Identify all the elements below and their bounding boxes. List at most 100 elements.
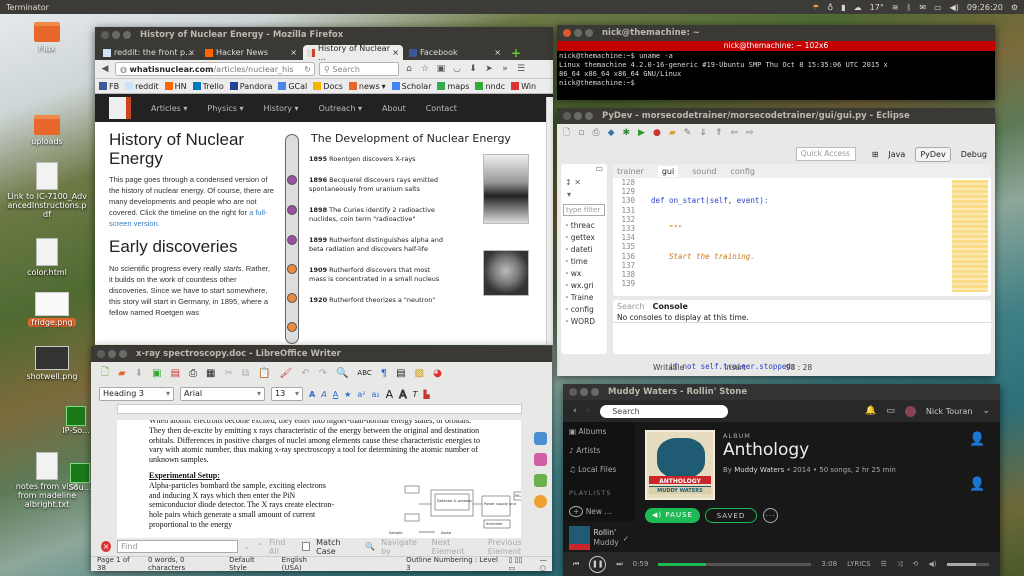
wifi-icon[interactable]: ≋	[892, 3, 899, 12]
tab-reddit[interactable]: reddit: the front p... ×	[99, 45, 199, 60]
outline-item[interactable]: ⁃ config	[561, 304, 607, 316]
timeline-event[interactable]: 1895 Roentgen discovers X-rays	[309, 155, 449, 164]
nav-contact[interactable]: Contact	[426, 104, 457, 113]
insert-table-icon[interactable]: ▤	[396, 368, 405, 379]
album-cover[interactable]: ANTHOLOGY MUDDY WATERS	[645, 430, 715, 500]
new-document-icon[interactable]: 🗋	[101, 365, 109, 382]
grow-font-icon[interactable]: A	[386, 388, 394, 401]
view-layout-icons[interactable]: ▯ ▯▯ ▭	[508, 556, 529, 571]
pen-icon[interactable]: ✎	[684, 128, 692, 138]
timeline-event[interactable]: 1909 Rutherford discovers that most mass…	[309, 266, 449, 284]
bookmark-gcal[interactable]: GCal	[278, 82, 307, 91]
copy-icon[interactable]: ⧉	[242, 368, 249, 379]
clipboard-icon[interactable]: ▣	[435, 64, 447, 74]
desktop-icon-fridge-png[interactable]: fridge.png	[12, 292, 92, 327]
debug-bug-icon[interactable]: ✱	[622, 128, 630, 138]
match-case-checkbox[interactable]	[301, 542, 311, 551]
outline-item[interactable]: ⁃ Traine	[561, 292, 607, 304]
inbox-icon[interactable]: ▭	[886, 406, 895, 416]
temperature[interactable]: 17°	[870, 3, 884, 12]
spelling-icon[interactable]: ABC	[357, 369, 371, 377]
bookmark-trello[interactable]: Trello	[192, 82, 224, 91]
add-friend-icon[interactable]: 👤	[969, 477, 991, 495]
language[interactable]: English (USA)	[282, 556, 327, 571]
bookmark-hn[interactable]: HN	[164, 82, 187, 91]
tab-hacker-news[interactable]: Hacker News ×	[201, 45, 301, 60]
paste-icon[interactable]: 📋	[258, 368, 270, 379]
close-icon[interactable]	[563, 29, 571, 37]
insert-chart-icon[interactable]: ◕	[433, 368, 442, 379]
bookmark-scholar[interactable]: Scholar	[391, 82, 431, 91]
close-icon[interactable]	[97, 350, 105, 358]
desktop-icon-color-html[interactable]: color.html	[7, 238, 87, 277]
editor-tab-config[interactable]: config	[731, 167, 755, 176]
bold-icon[interactable]: A	[309, 390, 315, 399]
maximize-icon[interactable]	[123, 31, 131, 39]
volume-slider[interactable]	[946, 562, 989, 566]
volume-icon[interactable]: ◀)	[928, 560, 936, 568]
new-tab-plus-icon[interactable]: +	[511, 46, 521, 60]
clone-formatting-icon[interactable]: 🖌	[279, 368, 292, 379]
overflow-chevron-icon[interactable]: »	[499, 64, 511, 74]
desktop-icon-uploads[interactable]: uploads	[7, 115, 87, 146]
next-element-button[interactable]: Next Element	[432, 538, 482, 556]
user-avatar[interactable]	[904, 405, 916, 417]
gallery-icon[interactable]	[533, 474, 547, 487]
desktop-icon-ip-sound[interactable]: IP-So...	[58, 406, 94, 435]
close-find-icon[interactable]: ×	[101, 541, 112, 552]
editor-tab-trainer[interactable]: trainer	[617, 167, 644, 176]
clear-formatting-icon[interactable]: T	[413, 390, 418, 399]
outline-tools[interactable]: ↕ ✕	[561, 178, 607, 190]
find-next-icon[interactable]: ⌄	[244, 542, 251, 551]
open-folder-icon[interactable]: ▰	[669, 128, 676, 138]
timeline-dot[interactable]	[287, 322, 297, 332]
close-tab-icon[interactable]: ×	[494, 48, 501, 57]
nav-physics[interactable]: Physics ▾	[207, 104, 243, 113]
maximize-icon[interactable]	[591, 388, 599, 396]
superscript-icon[interactable]: a²	[357, 390, 365, 399]
tab-nuclear-history[interactable]: History of Nuclear ... ×	[303, 44, 403, 62]
bookmark-maps[interactable]: maps	[437, 82, 469, 91]
save-icon[interactable]: ▫	[578, 128, 584, 138]
maximize-icon[interactable]	[119, 350, 127, 358]
redo-icon[interactable]: ↷	[319, 368, 327, 379]
back-arrow-icon[interactable]: ◀	[99, 64, 111, 74]
styles-icon[interactable]	[533, 453, 547, 466]
timeline-dot[interactable]	[287, 205, 297, 215]
horizontal-ruler[interactable]	[117, 404, 522, 414]
page-style[interactable]: Default Style	[229, 556, 272, 571]
back-chevron-icon[interactable]: ‹	[573, 406, 577, 416]
nav-articles[interactable]: Articles ▾	[151, 104, 187, 113]
queue-icon[interactable]: ☰	[881, 560, 887, 568]
bulb-icon[interactable]: ♁	[827, 3, 833, 12]
pocket-icon[interactable]: ◡	[451, 64, 463, 74]
insert-image-icon[interactable]: ▨	[415, 368, 424, 379]
bookmark-win[interactable]: Win	[511, 82, 536, 91]
navigator-icon[interactable]	[533, 495, 547, 508]
zoom-slider[interactable]: —○	[540, 556, 552, 571]
artist-link[interactable]: Muddy Waters	[734, 466, 784, 474]
close-icon[interactable]	[101, 31, 109, 39]
close-tab-icon[interactable]: ×	[188, 48, 195, 57]
export-pdf-icon[interactable]: ▤	[171, 368, 180, 379]
previous-track-icon[interactable]: ⏮	[573, 560, 579, 569]
timeline-event[interactable]: 1920 Rutherford theorizes a "neutron"	[309, 296, 449, 305]
minimize-icon[interactable]	[112, 31, 120, 39]
update-icon[interactable]: ☂	[812, 3, 819, 12]
annotation-down-icon[interactable]: ⇓	[699, 128, 707, 138]
home-icon[interactable]: ⌂	[403, 64, 415, 74]
overview-ruler[interactable]	[952, 180, 988, 292]
bookmark-reddit[interactable]: reddit	[125, 82, 159, 91]
bookmark-pandora[interactable]: Pandora	[229, 82, 272, 91]
thermometer-icon[interactable]: ▮	[841, 3, 845, 12]
nav-outreach[interactable]: Outreach ▾	[319, 104, 362, 113]
saved-button[interactable]: SAVED	[705, 508, 757, 523]
now-playing-item[interactable]: Rollin' Muddy ✓	[563, 521, 635, 555]
desktop-icon-pdf-link[interactable]: Link to IC-7100_AdvancedInstructions.pdf	[7, 162, 87, 219]
search-input[interactable]: Search	[600, 404, 729, 418]
timeline-event[interactable]: 1898 The Curies identify 2 radioactive n…	[309, 206, 449, 224]
properties-icon[interactable]	[533, 432, 547, 445]
find-all-button[interactable]: Find All	[269, 538, 296, 556]
repeat-icon[interactable]: ⟲	[913, 560, 919, 568]
forward-chevron-icon[interactable]: ›	[587, 406, 591, 416]
